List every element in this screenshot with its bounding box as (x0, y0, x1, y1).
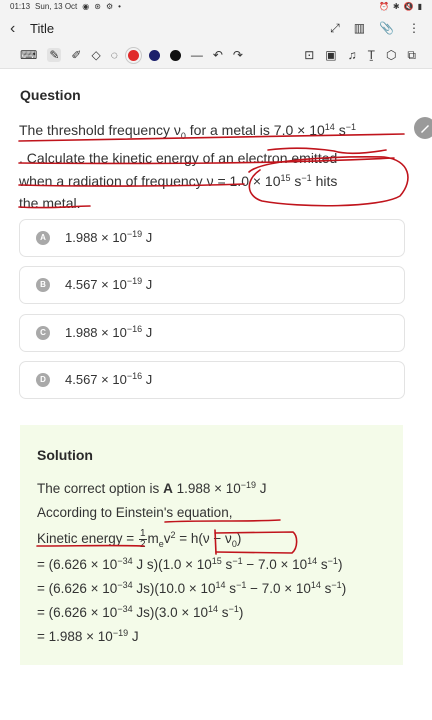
text-style-icon[interactable]: Ṯ (368, 48, 375, 62)
option-a[interactable]: A 1.988 × 10−19 J (19, 219, 405, 257)
color-black-swatch[interactable] (169, 49, 181, 61)
solution-box: Solution The correct option is A 1.988 ×… (20, 425, 403, 665)
mute-icon: 🔇 (403, 2, 414, 11)
drawing-toolbar: ⌨ ✎ ✐ ◇ ◌ — ↶ ↷ ⊡ ▣ ♫ Ṯ ⬡ ⧉ (0, 44, 432, 69)
solution-step: = (6.626 × 10−34 Js)(3.0 × 1014 s−1) (37, 604, 244, 621)
text-box-icon[interactable]: ⊡ (304, 48, 314, 62)
book-view-icon[interactable]: ▥ (354, 21, 365, 35)
note-header: ‹ Title ⤢ ▥ 📎 ⋮ (0, 14, 432, 44)
battery-icon: ▮ (417, 2, 422, 11)
eraser-icon[interactable]: ◇ (91, 48, 100, 62)
more-options-icon[interactable]: ⋮ (408, 21, 420, 35)
option-badge: C (36, 326, 50, 340)
notification-icon-2: ⊛ (94, 2, 101, 11)
lasso-icon[interactable]: ◌ (111, 48, 118, 62)
redo-icon[interactable]: ↷ (233, 48, 243, 62)
color-navy-swatch[interactable] (148, 49, 160, 61)
question-text: The threshold frequency ν0 for a metal i… (19, 122, 356, 212)
pen-tool-icon[interactable]: ✎ (47, 48, 62, 62)
solution-answer: The correct option is A 1.988 × 10−19 J (37, 480, 267, 497)
floating-pen-button[interactable] (414, 117, 432, 139)
clock: 01:13 (10, 2, 31, 11)
insert-image-icon[interactable]: ▣ (325, 48, 336, 62)
more-dot: • (118, 2, 121, 11)
option-value: 1.988 × 10−16 J (65, 324, 153, 341)
status-bar: 01:13 Sun, 13 Oct ◉ ⊛ ⚙ • ⏰ ✱ 🔇 ▮ (0, 0, 432, 14)
option-d[interactable]: D 4.567 × 10−16 J (19, 361, 405, 399)
highlighter-icon[interactable]: ✐ (71, 48, 81, 62)
color-red-swatch[interactable] (127, 49, 139, 61)
expand-icon[interactable]: ⤢ (330, 21, 340, 35)
solution-equation: Kinetic energy = 1 2 mev2 = h(ν − ν0) (37, 528, 242, 550)
solution-step: = (6.626 × 10−34 J s)(1.0 × 1015 s−1 − 7… (37, 556, 343, 573)
settings-notification-icon: ⚙ (105, 2, 114, 11)
pencil-icon (421, 125, 429, 133)
question-heading: Question (20, 87, 81, 103)
alarm-icon: ⏰ (378, 2, 389, 11)
stroke-width-icon[interactable]: — (191, 48, 203, 62)
option-badge: B (36, 278, 50, 292)
option-value: 4.567 × 10−16 J (65, 371, 153, 388)
keyboard-icon[interactable]: ⌨ (20, 48, 37, 62)
copy-icon[interactable]: ⧉ (407, 48, 416, 62)
undo-icon[interactable]: ↶ (213, 48, 223, 62)
shapes-icon[interactable]: ⬡ (386, 48, 396, 62)
option-badge: A (36, 231, 50, 245)
option-value: 4.567 × 10−19 J (65, 276, 153, 293)
bluetooth-icon: ✱ (392, 2, 400, 11)
back-arrow-icon[interactable]: ‹ (10, 20, 15, 38)
option-badge: D (36, 373, 50, 387)
option-c[interactable]: C 1.988 × 10−16 J (19, 314, 405, 352)
audio-icon[interactable]: ♫ (348, 48, 357, 62)
solution-line: According to Einstein's equation, (37, 505, 233, 520)
solution-step: = (6.626 × 10−34 Js)(10.0 × 1014 s−1 − 7… (37, 580, 347, 597)
attach-icon[interactable]: 📎 (379, 21, 394, 35)
solution-result: = 1.988 × 10−19 J (37, 628, 139, 645)
option-b[interactable]: B 4.567 × 10−19 J (19, 266, 405, 304)
note-page[interactable]: Question The threshold frequency ν0 for … (0, 69, 410, 720)
note-title[interactable]: Title (30, 21, 54, 36)
solution-heading: Solution (37, 447, 93, 463)
option-value: 1.988 × 10−19 J (65, 229, 153, 246)
notification-icon: ◉ (82, 2, 90, 11)
date: Sun, 13 Oct (35, 2, 78, 11)
